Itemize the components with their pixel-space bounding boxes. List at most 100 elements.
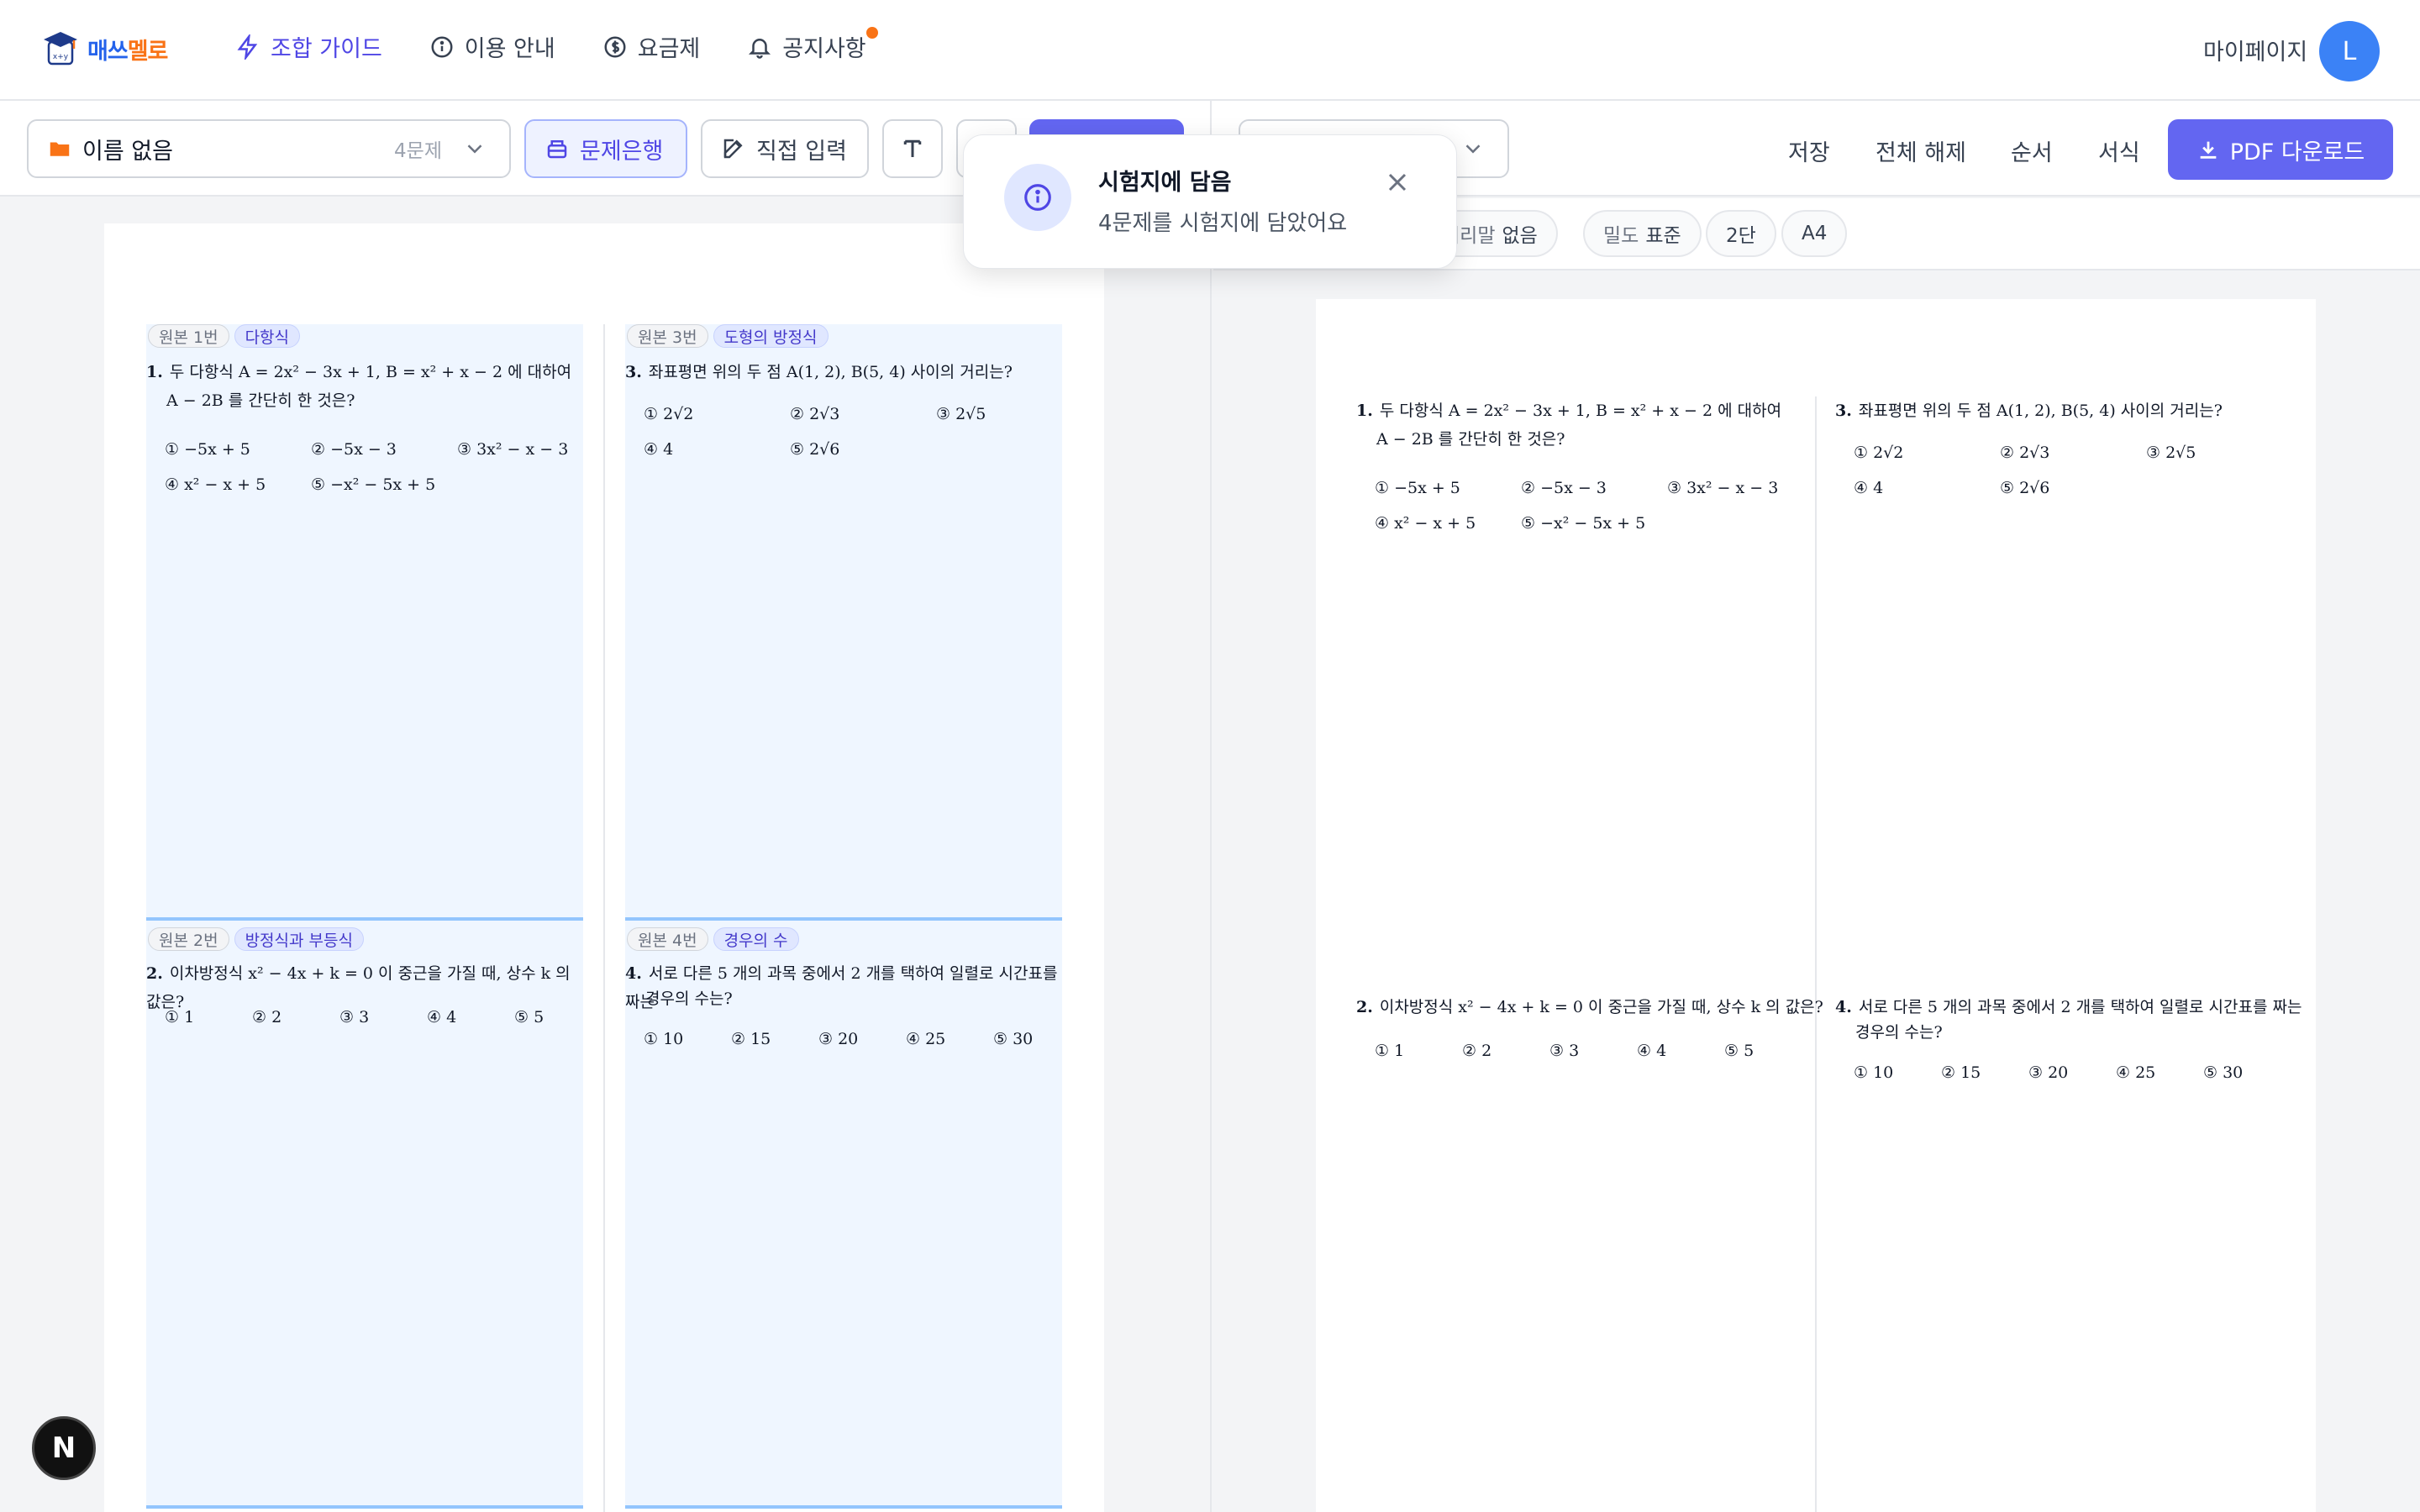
choice-5: ⑤ 30 [2203,1063,2244,1082]
question-stem: 두 다항식 A = 2x² − 3x + 1, B = x² + x − 2 에… [169,363,572,381]
original-number-tag: 원본 4번 [627,927,708,951]
info-icon [431,36,453,57]
save-button[interactable]: 저장 [1788,134,1830,167]
format-button[interactable]: 서식 [2098,134,2140,167]
order-button[interactable]: 순서 [2011,134,2053,167]
original-number-tag: 원본 1번 [148,324,229,348]
pane-divider[interactable] [1210,101,1212,1512]
text-insert-button[interactable] [882,119,943,178]
clear-all-button[interactable]: 전체 해제 [1876,134,1966,167]
toast-notification: 시험지에 담음 4문제를 시험지에 담았어요 [963,134,1457,269]
nav-guide-label: 조합 가이드 [271,36,382,62]
choice-5: ⑤ 2√6 [2000,479,2050,497]
question-text: 3. 좌표평면 위의 두 점 A(1, 2), B(5, 4) 사이의 거리는? [625,358,1013,386]
choice-2: ② −5x − 3 [311,440,397,459]
nav-guide[interactable]: 조합 가이드 [235,30,382,63]
pdf-download-button[interactable]: PDF 다운로드 [2168,119,2393,180]
question-text-line2: A − 2B 를 간단히 한 것은? [166,391,355,410]
text-t-icon [903,139,922,157]
question-number: 3. [625,363,642,381]
topic-tag: 방정식과 부등식 [234,927,364,951]
question-bank-label: 문제은행 [580,138,664,165]
question-stem: 이차방정식 x² − 4x + k = 0 이 중근을 가질 때, 상수 k 의… [146,964,571,1011]
top-navigation-bar: x+y 매쓰멜로 조합 가이드 이용 안내 요금제 공지사항 마이페이지 L [0,0,2420,101]
folder-icon [50,142,70,156]
topic-tag: 경우의 수 [713,927,799,951]
nav-notice[interactable]: 공지사항 [747,27,878,63]
choice-1: ① 2√2 [1854,444,1904,462]
nav-pricing-label: 요금제 [637,36,701,62]
choice-2: ② 15 [731,1030,771,1048]
choice-2: ② 2 [252,1008,282,1026]
dev-tools-badge[interactable]: N [32,1416,96,1480]
choice-5: ⑤ 2√6 [790,440,840,459]
choice-1: ① −5x + 5 [165,440,250,459]
bolt-icon [237,34,258,60]
choice-2: ② 2√3 [790,405,840,423]
nav-usage-label: 이용 안내 [464,36,555,62]
toast-message: 4문제를 시험지에 담았어요 [1098,211,1348,236]
choice-4: ④ 4 [644,440,674,459]
choice-3: ③ 3x² − x − 3 [1667,479,1779,497]
choice-3: ③ 20 [818,1030,859,1048]
chip-paper-size-value: A4 [1802,223,1828,244]
choice-3: ③ 20 [2028,1063,2069,1082]
question-stem: 좌표평면 위의 두 점 A(1, 2), B(5, 4) 사이의 거리는? [1858,402,2223,420]
edit-icon [723,139,743,159]
pdf-download-label: PDF 다운로드 [2229,139,2365,165]
question-block-4[interactable]: 원본 4번 경우의 수 4. 서로 다른 5 개의 과목 중에서 2 개를 택하여… [625,917,1062,1509]
question-tags: 원본 2번 방정식과 부등식 [148,927,364,951]
question-stem: 두 다항식 A = 2x² − 3x + 1, B = x² + x − 2 에… [1379,402,1782,420]
preview-question-1-line2: A − 2B 를 간단히 한 것은? [1376,430,1565,449]
notification-badge [865,27,878,39]
choice-5: ⑤ −x² − 5x + 5 [1521,514,1646,533]
dollar-icon [604,36,626,57]
main-nav: 조합 가이드 이용 안내 요금제 공지사항 [235,27,878,63]
nav-usage[interactable]: 이용 안내 [429,30,555,63]
question-bank-button[interactable]: 문제은행 [524,119,687,178]
preview-question-3: 3. 좌표평면 위의 두 점 A(1, 2), B(5, 4) 사이의 거리는? [1835,396,2223,425]
chip-columns-value: 2단 [1726,225,1756,247]
choice-4: ④ 4 [427,1008,457,1026]
preview-question-1: 1. 두 다항식 A = 2x² − 3x + 1, B = x² + x − 2… [1356,396,1781,425]
column-separator [1815,396,1817,1512]
choice-1: ① 2√2 [644,405,694,423]
folder-select[interactable]: 이름 없음 4문제 [27,119,511,178]
chip-density[interactable]: 밀도 표준 [1583,210,1702,257]
direct-input-button[interactable]: 직접 입력 [701,119,869,178]
question-stem: 이차방정식 x² − 4x + k = 0 이 중근을 가질 때, 상수 k 의… [1379,998,1823,1016]
download-icon [2200,141,2217,159]
close-icon[interactable] [1382,167,1413,197]
preview-question-2: 2. 이차방정식 x² − 4x + k = 0 이 중근을 가질 때, 상수 k… [1356,993,1823,1021]
user-avatar[interactable]: L [2319,21,2380,81]
question-block-2[interactable]: 원본 2번 방정식과 부등식 2. 이차방정식 x² − 4x + k = 0 이… [146,917,583,1509]
choice-2: ② 2√3 [2000,444,2050,462]
brand-logo[interactable]: x+y 매쓰멜로 [42,30,168,67]
chip-columns[interactable]: 2단 [1706,210,1776,257]
nav-pricing[interactable]: 요금제 [602,30,701,63]
brand-name-a: 매쓰 [87,38,129,65]
chip-density-key: 밀도 [1603,225,1639,247]
choice-1: ① 1 [1375,1042,1405,1060]
choice-5: ⑤ 5 [1724,1042,1754,1060]
chevron-down-icon [467,144,482,154]
graduation-cap-logo-icon: x+y [44,32,77,66]
question-tags: 원본 1번 다항식 [148,324,301,348]
choice-3: ③ 2√5 [936,405,986,423]
question-number: 2. [146,964,163,983]
preview-question-4-line2: 경우의 수는? [1855,1023,1943,1042]
question-number: 4. [625,964,642,983]
question-text-line2: 경우의 수는? [645,990,733,1008]
question-pool-paper: 원본 1번 다항식 1. 두 다항식 A = 2x² − 3x + 1, B = … [104,223,1104,1512]
choice-4: ④ x² − x + 5 [165,475,266,494]
choice-1: ① −5x + 5 [1375,479,1460,497]
mypage-link[interactable]: 마이페이지 [2203,34,2307,66]
choice-5: ⑤ 5 [514,1008,544,1026]
chip-density-value: 표준 [1645,225,1681,247]
chevron-down-icon [1465,144,1481,154]
question-number: 3. [1835,402,1852,420]
column-separator [603,324,605,1512]
chip-paper-size[interactable]: A4 [1781,210,1848,257]
original-number-tag: 원본 3번 [627,324,708,348]
choice-4: ④ 25 [2116,1063,2156,1082]
